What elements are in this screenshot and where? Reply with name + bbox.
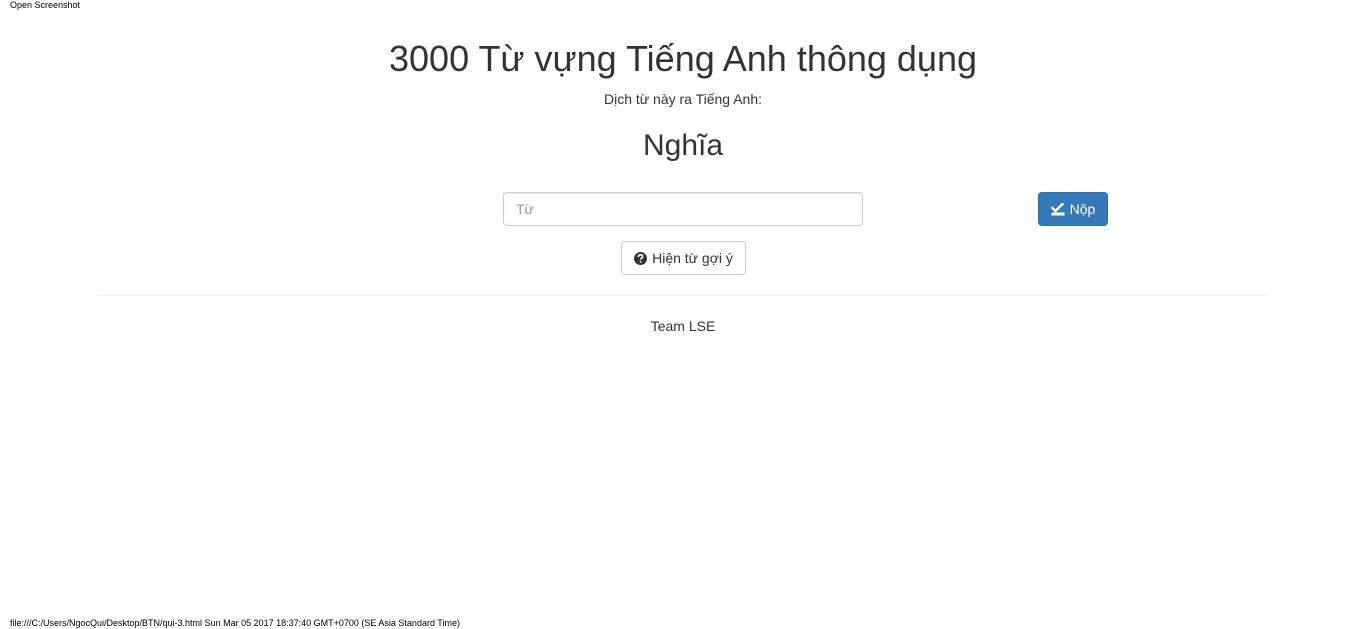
open-screenshot-label: Open Screenshot — [10, 0, 81, 10]
meaning-word: Nghĩa — [642, 129, 724, 162]
show-hint-button[interactable]: Hiện từ gợi ý — [621, 241, 746, 275]
print-footer-url: file:///C:/Users/NgocQui/Desktop/BTN/qui… — [10, 618, 460, 628]
submit-button[interactable]: Nộp — [1038, 192, 1108, 226]
submit-button-label: Nộp — [1069, 201, 1096, 217]
check-square-icon — [1050, 202, 1065, 216]
question-circle-icon — [634, 251, 648, 265]
instruction-text: Dịch từ này ra Tiếng Anh: — [603, 91, 762, 107]
page-title: 3000 Từ vựng Tiếng Anh thông dụng — [389, 38, 977, 79]
show-hint-button-label: Hiện từ gợi ý — [652, 250, 733, 266]
footer-team: Team LSE — [650, 318, 716, 334]
divider — [98, 295, 1268, 296]
word-input[interactable] — [503, 192, 863, 226]
